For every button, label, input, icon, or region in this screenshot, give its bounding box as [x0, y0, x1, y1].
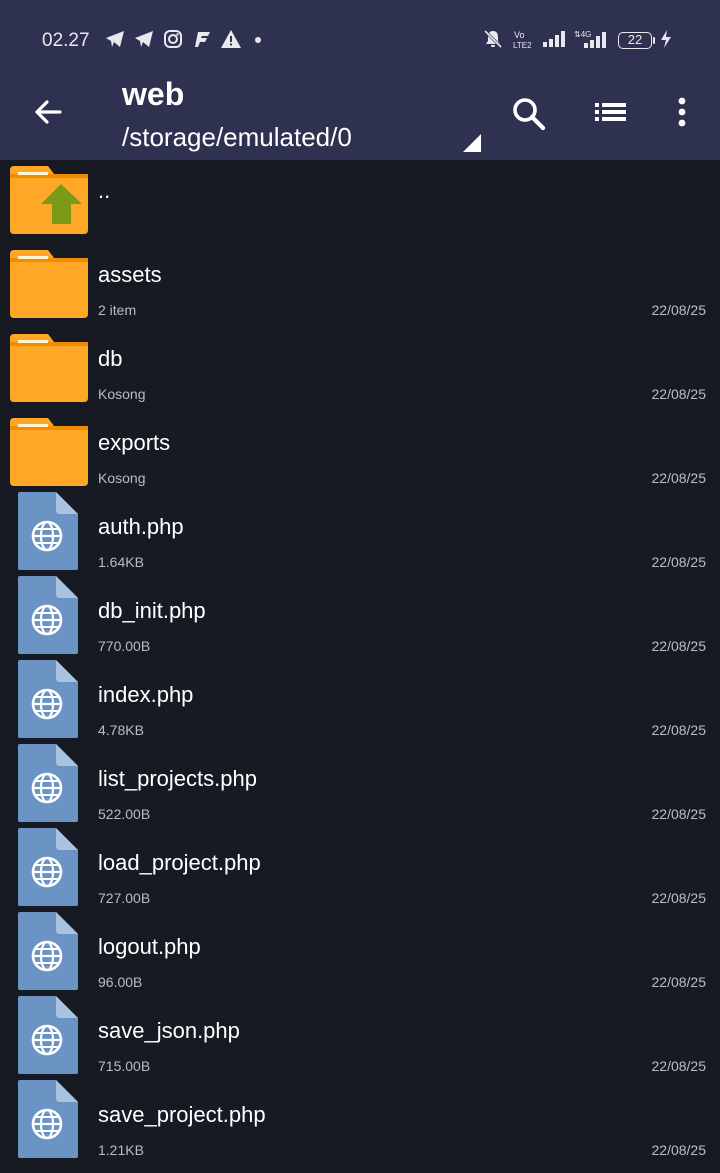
folder-up-icon	[10, 166, 88, 234]
item-meta: 715.00B	[98, 1058, 151, 1074]
list-item[interactable]: logout.php 96.00B 22/08/25	[0, 912, 720, 1000]
folder-icon	[10, 250, 88, 318]
top-bar: 02.27 Vo LTE2 ⇅4G 22 web /storage/emulat…	[0, 0, 720, 160]
battery-tip	[653, 37, 655, 44]
search-icon[interactable]	[507, 92, 551, 136]
folder-icon	[10, 334, 88, 402]
dot-icon	[255, 37, 261, 43]
mute-icon	[483, 29, 503, 49]
item-name: db	[98, 346, 123, 371]
parent-directory-label: ..	[98, 178, 111, 203]
telegram-icon	[106, 31, 124, 47]
instagram-icon	[164, 30, 182, 48]
php-file-icon	[18, 996, 78, 1074]
list-item[interactable]: db Kosong 22/08/25	[0, 328, 720, 412]
status-bar: 02.27 Vo LTE2 ⇅4G 22	[0, 20, 720, 62]
item-meta: 1.21KB	[98, 1142, 144, 1158]
svg-text:⇅4G: ⇅4G	[574, 30, 591, 39]
item-name: exports	[98, 430, 171, 455]
back-arrow-icon[interactable]	[28, 92, 68, 132]
warning-icon	[221, 30, 241, 48]
item-meta: 727.00B	[98, 890, 151, 906]
volte-icon: Vo LTE2	[513, 30, 532, 50]
list-item[interactable]: list_projects.php 522.00B 22/08/25	[0, 744, 720, 832]
list-item[interactable]: db_init.php 770.00B 22/08/25	[0, 576, 720, 664]
list-item[interactable]: exports Kosong 22/08/25	[0, 412, 720, 496]
php-file-icon	[18, 1080, 78, 1158]
svg-text:LTE2: LTE2	[513, 41, 532, 50]
status-time: 02.27	[42, 30, 90, 51]
list-item[interactable]: load_project.php 727.00B 22/08/25	[0, 828, 720, 916]
php-file-icon	[18, 828, 78, 906]
item-date: 22/08/25	[651, 1058, 707, 1074]
app-bar: web /storage/emulated/0	[0, 70, 720, 160]
list-item[interactable]: save_project.php 1.21KB 22/08/25	[0, 1080, 720, 1168]
list-view-icon[interactable]	[588, 90, 632, 134]
item-name: db_init.php	[98, 598, 206, 623]
php-file-icon	[18, 912, 78, 990]
parent-directory-row[interactable]: ..	[0, 160, 720, 244]
item-date: 22/08/25	[651, 638, 707, 654]
item-date: 22/08/25	[651, 890, 707, 906]
list-item[interactable]: auth.php 1.64KB 22/08/25	[0, 492, 720, 580]
current-path[interactable]: /storage/emulated/0	[122, 122, 352, 153]
list-item[interactable]: index.php 4.78KB 22/08/25	[0, 660, 720, 748]
item-date: 22/08/25	[651, 722, 707, 738]
item-date: 22/08/25	[651, 302, 707, 318]
item-meta: Kosong	[98, 386, 146, 402]
item-date: 22/08/25	[651, 470, 707, 486]
item-meta: 4.78KB	[98, 722, 144, 738]
item-name: assets	[98, 262, 162, 287]
item-date: 22/08/25	[651, 1142, 707, 1158]
item-meta: Kosong	[98, 470, 146, 486]
php-file-icon	[18, 744, 78, 822]
flash-icon	[195, 32, 210, 47]
signal-icon	[543, 31, 565, 47]
item-name: list_projects.php	[98, 766, 257, 791]
item-meta: 1.64KB	[98, 554, 144, 570]
item-meta: 96.00B	[98, 974, 143, 990]
4g-signal-icon: ⇅4G	[574, 30, 606, 48]
battery-icon: 22	[618, 32, 652, 49]
item-date: 22/08/25	[651, 554, 707, 570]
item-date: 22/08/25	[651, 386, 707, 402]
item-name: save_json.php	[98, 1018, 240, 1043]
item-date: 22/08/25	[651, 806, 707, 822]
page-title: web	[122, 76, 185, 112]
file-list: .. assets 2 item 22/08/25 db Kosong 22/0…	[0, 160, 720, 1168]
svg-text:Vo: Vo	[514, 30, 525, 40]
item-meta: 522.00B	[98, 806, 151, 822]
item-name: index.php	[98, 682, 194, 707]
item-meta: 2 item	[98, 302, 137, 318]
php-file-icon	[18, 576, 78, 654]
more-options-icon[interactable]	[660, 90, 704, 134]
item-meta: 770.00B	[98, 638, 151, 654]
telegram-icon	[135, 31, 153, 47]
item-name: logout.php	[98, 934, 201, 959]
charging-icon	[661, 30, 671, 48]
item-name: save_project.php	[98, 1102, 266, 1127]
item-date: 22/08/25	[651, 974, 707, 990]
item-name: auth.php	[98, 514, 184, 539]
list-item[interactable]: assets 2 item 22/08/25	[0, 244, 720, 328]
folder-icon	[10, 418, 88, 486]
path-dropdown-icon[interactable]	[463, 134, 481, 152]
item-name: load_project.php	[98, 850, 261, 875]
list-item[interactable]: save_json.php 715.00B 22/08/25	[0, 996, 720, 1084]
php-file-icon	[18, 660, 78, 738]
php-file-icon	[18, 492, 78, 570]
